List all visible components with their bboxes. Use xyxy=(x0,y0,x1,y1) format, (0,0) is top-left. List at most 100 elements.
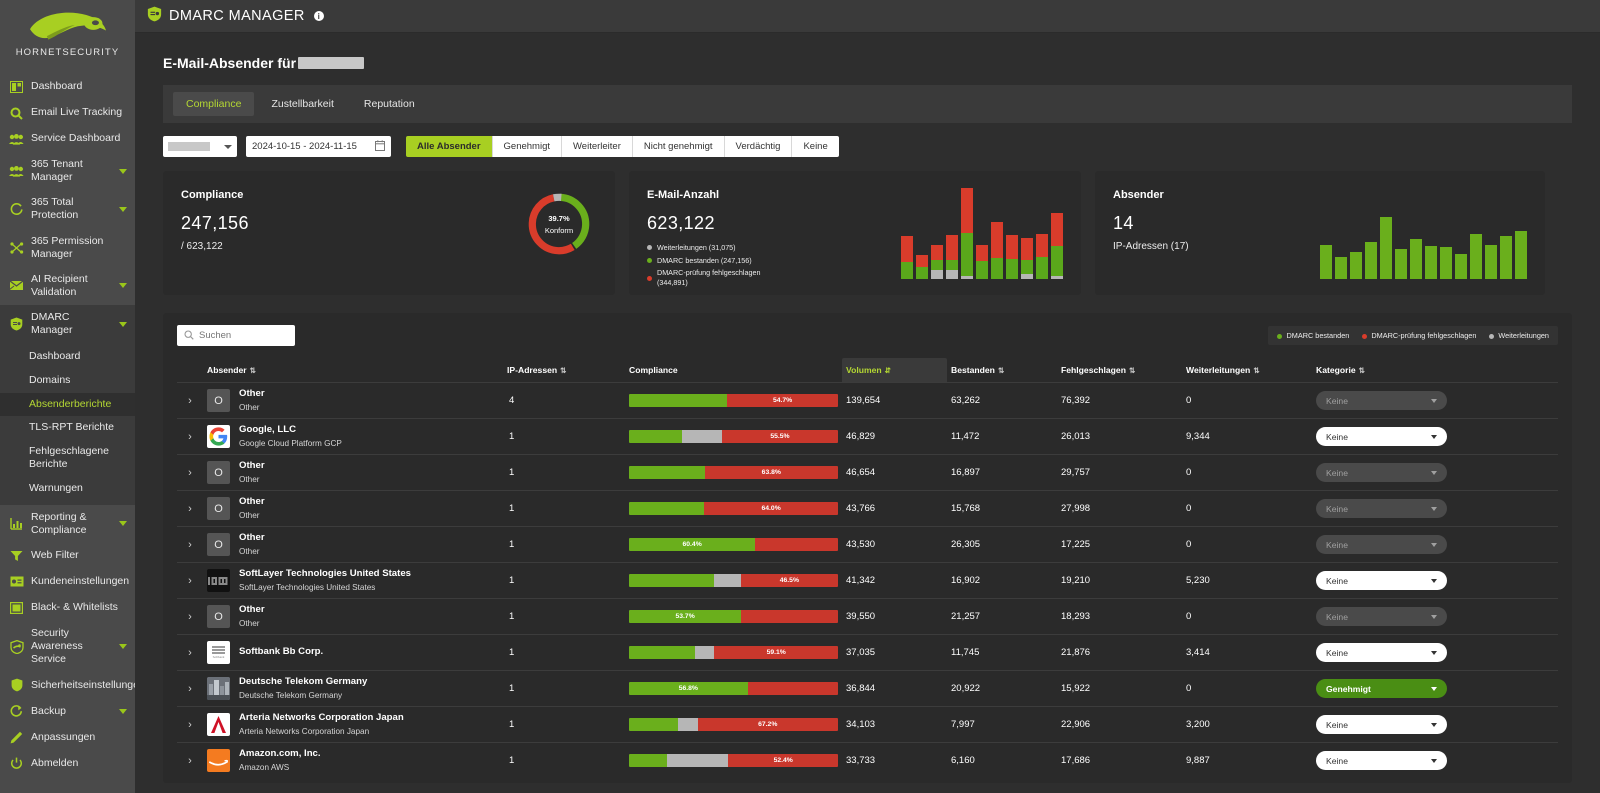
col-absender[interactable]: Absender ⇅ xyxy=(203,358,503,383)
row-expand-button[interactable]: › xyxy=(177,455,203,491)
sidebar-subitem-warnungen[interactable]: Warnungen xyxy=(0,477,135,501)
col-volumen[interactable]: Volumen ⇵ xyxy=(842,358,947,383)
filter-keine[interactable]: Keine xyxy=(792,136,839,157)
filter-alle-absender[interactable]: Alle Absender xyxy=(406,136,493,157)
table-row[interactable]: › O Other Other 1 53.7% 39,550 21,257 18,293 0 Kei… xyxy=(177,598,1558,635)
cell-absender: O Other Other xyxy=(203,383,503,419)
category-select[interactable]: Keine xyxy=(1316,391,1447,410)
tab-compliance[interactable]: Compliance xyxy=(173,92,255,116)
category-select[interactable]: Genehmigt xyxy=(1316,679,1447,698)
col-weiterleitungen[interactable]: Weiterleitungen ⇅ xyxy=(1182,358,1312,383)
legend-dot-forwards xyxy=(1489,334,1495,339)
table-row[interactable]: › Arteria Networks Corporation Japan Arter… xyxy=(177,706,1558,743)
sidebar-subitem-domains[interactable]: Domains xyxy=(0,369,135,393)
row-expand-button[interactable]: › xyxy=(177,563,203,599)
sidebar-subitem-fehlgeschlagene-berichte[interactable]: Fehlgeschlagene Berichte xyxy=(0,440,135,477)
sidebar-item-anpassungen[interactable]: Anpassungen xyxy=(0,724,135,750)
category-select[interactable]: Keine xyxy=(1316,715,1447,734)
filter-genehmigt[interactable]: Genehmigt xyxy=(492,136,563,157)
filter-weiterleiter[interactable]: Weiterleiter xyxy=(562,136,633,157)
category-select[interactable]: Keine xyxy=(1316,607,1447,626)
info-icon[interactable]: i xyxy=(313,11,324,21)
category-select[interactable]: Keine xyxy=(1316,535,1447,554)
sender-description: Arteria Networks Corporation Japan xyxy=(239,726,370,736)
chevron-down-icon[interactable] xyxy=(119,521,127,527)
dmarc-shield-icon xyxy=(147,6,162,27)
sidebar-item-service-dashboard[interactable]: Service Dashboard xyxy=(0,126,135,152)
row-expand-button[interactable]: › xyxy=(177,491,203,527)
table-row[interactable]: › O Other Other 4 54.7% 139,654 63,262 76,392 0 Ke… xyxy=(177,382,1558,419)
row-expand-button[interactable]: › xyxy=(177,383,203,419)
sidebar-item-dashboard[interactable]: Dashboard xyxy=(0,74,135,100)
category-select[interactable]: Keine xyxy=(1316,463,1447,482)
col-fehlgeschlagen[interactable]: Fehlgeschlagen ⇅ xyxy=(1057,358,1182,383)
chevron-down-icon[interactable] xyxy=(119,206,127,212)
cell-ip-adressen: 1 xyxy=(509,467,515,478)
chevron-down-icon[interactable] xyxy=(119,321,127,327)
category-select[interactable]: Keine xyxy=(1316,751,1447,771)
tab-zustellbarkeit[interactable]: Zustellbarkeit xyxy=(258,92,346,116)
table-row[interactable]: › Amazon.com, Inc. Amazon AWS 1 52.4% 33,733 6… xyxy=(177,742,1558,779)
sidebar-item-dmarc-manager[interactable]: DMARC Manager xyxy=(0,305,135,344)
chevron-down-icon[interactable] xyxy=(119,283,127,289)
row-expand-button[interactable]: › xyxy=(177,527,203,563)
row-expand-button[interactable]: › xyxy=(177,743,203,779)
bar-segment-passed xyxy=(629,646,696,659)
table-row[interactable]: › Deutsche Telekom Germany Deutsche Teleko… xyxy=(177,670,1558,707)
chevron-down-icon[interactable] xyxy=(119,708,127,714)
sidebar-subitem-tls-rpt-berichte[interactable]: TLS-RPT Berichte xyxy=(0,416,135,440)
bar-percent-label: 63.8% xyxy=(761,469,781,476)
search-box[interactable] xyxy=(177,325,295,346)
sidebar-item-label: 365 Total Protection xyxy=(31,196,79,222)
col-ip-adressen[interactable]: IP-Adressen ⇅ xyxy=(503,358,625,383)
row-expand-button[interactable]: › xyxy=(177,419,203,455)
row-expand-button[interactable]: › xyxy=(177,707,203,743)
col-label: Compliance xyxy=(629,365,678,375)
sidebar-item-black-whitelists[interactable]: Black- & Whitelists xyxy=(0,595,135,621)
sender-description: Google Cloud Platform GCP xyxy=(239,438,342,448)
cell-weiterleitungen: 9,887 xyxy=(1186,755,1210,767)
filter-verdaechtig[interactable]: Verdächtig xyxy=(724,136,793,157)
bar xyxy=(1006,235,1018,279)
sidebar-item-sicherheitseinstellungen[interactable]: Sicherheitseinstellungen xyxy=(0,672,135,698)
sidebar-item-ai-recipient-validation[interactable]: AI Recipient Validation xyxy=(0,267,135,305)
sidebar-item-web-filter[interactable]: Web Filter xyxy=(0,543,135,569)
row-expand-button[interactable]: › xyxy=(177,671,203,707)
sidebar-item-365-permission-manager[interactable]: 365 Permission Manager xyxy=(0,229,135,267)
table-row[interactable]: › SoftLayer Technologies United States Sof… xyxy=(177,562,1558,599)
sidebar-item-365-tenant-manager[interactable]: 365 Tenant Manager xyxy=(0,152,135,190)
row-expand-button[interactable]: › xyxy=(177,635,203,671)
sidebar-item-backup[interactable]: Backup xyxy=(0,698,135,724)
col-kategorie[interactable]: Kategorie ⇅ xyxy=(1312,358,1558,383)
sidebar-subitem-dashboard[interactable]: Dashboard xyxy=(0,345,135,369)
sidebar-item-reporting-compliance[interactable]: Reporting & Compliance xyxy=(0,505,135,543)
chevron-down-icon[interactable] xyxy=(119,644,127,650)
category-select[interactable]: Keine xyxy=(1316,571,1447,590)
tab-reputation[interactable]: Reputation xyxy=(351,92,428,116)
sidebar-item-email-live-tracking[interactable]: Email Live Tracking xyxy=(0,100,135,126)
col-bestanden[interactable]: Bestanden ⇅ xyxy=(947,358,1057,383)
sidebar-subitem-absenderberichte[interactable]: Absenderberichte xyxy=(0,392,135,417)
domain-select[interactable] xyxy=(163,136,237,157)
category-select[interactable]: Keine xyxy=(1316,643,1447,662)
table-row[interactable]: › O Other Other 1 63.8% 46,654 16,897 29,757 0 Kei… xyxy=(177,454,1558,491)
cell-fehlgeschlagen: 21,876 xyxy=(1061,647,1091,658)
row-expand-button[interactable]: › xyxy=(177,599,203,635)
bar-segment-failed: 59.1% xyxy=(714,646,838,659)
sidebar-item-kundeneinstellungen[interactable]: Kundeneinstellungen xyxy=(0,569,135,595)
brand-logo[interactable]: HORNETSECURITY xyxy=(0,0,135,64)
category-select[interactable]: Keine xyxy=(1316,499,1447,518)
filter-nicht-genehmigt[interactable]: Nicht genehmigt xyxy=(632,136,725,157)
sidebar-item-abmelden[interactable]: Abmelden xyxy=(0,750,135,776)
date-range-picker[interactable]: 2024-10-15 - 2024-11-15 xyxy=(246,136,391,157)
bar xyxy=(946,235,958,279)
table-row[interactable]: › Google, LLC Google Cloud Platform GCP 1 55… xyxy=(177,418,1558,455)
table-row[interactable]: › O Other Other 1 60.4% 43,530 26,305 17,225 0 Kei… xyxy=(177,526,1558,563)
chevron-down-icon[interactable] xyxy=(119,168,127,174)
sidebar-item-365-total-protection[interactable]: 365 Total Protection xyxy=(0,190,135,228)
table-row[interactable]: › O Other Other 1 64.0% 43,766 15,768 27,998 0 Kei… xyxy=(177,490,1558,527)
search-input[interactable] xyxy=(199,330,288,341)
sidebar-item-security-awareness-service[interactable]: Security Awareness Service xyxy=(0,621,135,672)
category-select[interactable]: Keine xyxy=(1316,427,1447,446)
table-row[interactable]: › Softbank Softbank Bb Corp. 1 59.1% 37,035 11… xyxy=(177,634,1558,671)
